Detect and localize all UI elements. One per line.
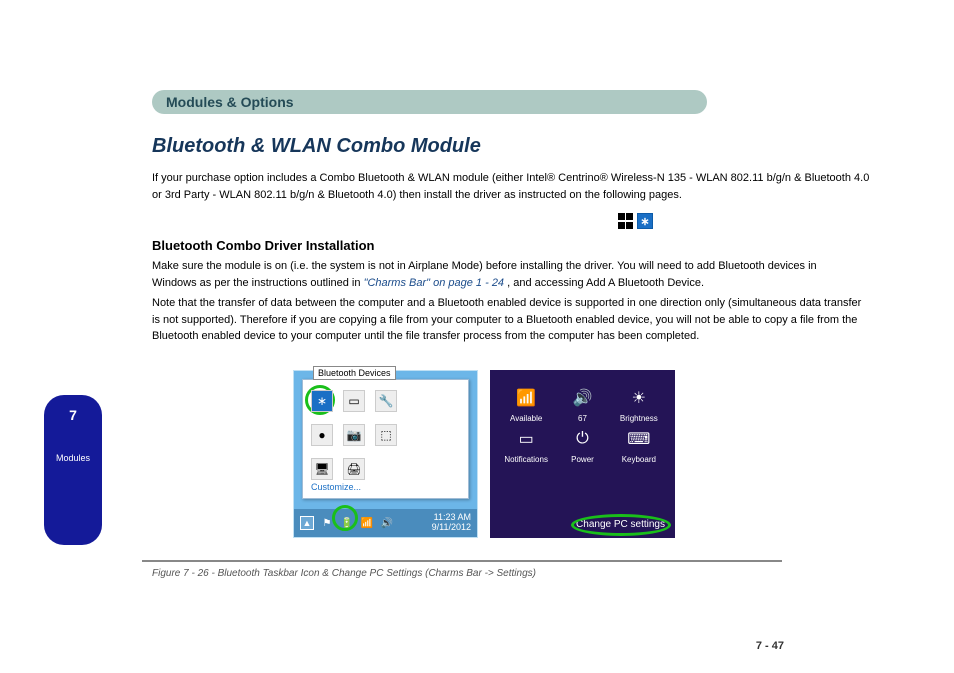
- generic-icon-2[interactable]: ⬚: [375, 424, 397, 446]
- volume-icon[interactable]: 🔊: [380, 516, 394, 530]
- sidebar-number: 7: [69, 407, 77, 423]
- clock-date: 9/11/2012: [432, 523, 471, 533]
- clock[interactable]: 11:23 AM 9/11/2012: [432, 513, 471, 533]
- tray-popup: Bluetooth Devices ∗ ▭ 🔧 ● 📷 ⬚ 🖥 🖨 Custom…: [302, 379, 469, 499]
- network-bars-icon[interactable]: 📶: [360, 516, 374, 530]
- paragraph-3: Note that the transfer of data between t…: [152, 295, 862, 345]
- windows-icon: [618, 213, 634, 229]
- page-title: Bluetooth & WLAN Combo Module: [152, 135, 481, 158]
- settings-notifications[interactable]: ▭ Notifications: [500, 427, 552, 464]
- keyboard-icon: ⌨: [626, 427, 652, 451]
- tray-icons-row-3: 🖥 🖨: [307, 452, 464, 486]
- section-header: Modules & Options: [152, 90, 707, 114]
- device-icon[interactable]: 🖥: [311, 458, 333, 480]
- subheading: Bluetooth Combo Driver Installation: [152, 238, 374, 253]
- sidebar-label: Modules: [56, 453, 90, 463]
- camera-icon[interactable]: 📷: [343, 424, 365, 446]
- taskbar: ▲ ⚑ 🔋 📶 🔊 11:23 AM 9/11/2012: [294, 509, 477, 537]
- divider: [142, 560, 782, 562]
- generic-icon[interactable]: ●: [311, 424, 333, 446]
- settings-volume[interactable]: 🔊 67: [556, 386, 608, 423]
- screenshot-settings: 📶 Available 🔊 67 ☀ Brightness ▭ Notifica…: [490, 370, 675, 538]
- bluetooth-icon: ∗: [637, 213, 653, 229]
- settings-brightness[interactable]: ☀ Brightness: [613, 386, 665, 423]
- paragraph-2: Make sure the module is on (i.e. the sys…: [152, 258, 862, 291]
- settings-label: Brightness: [620, 414, 658, 423]
- printer-icon[interactable]: 🖨: [343, 458, 365, 480]
- power-icon: ⏻: [569, 427, 595, 451]
- settings-label: Power: [571, 455, 594, 464]
- para2-tail: , and accessing Add A Bluetooth Device.: [507, 277, 704, 289]
- settings-label: 67: [578, 414, 587, 423]
- inline-icons: ∗: [618, 213, 653, 229]
- settings-network[interactable]: 📶 Available: [500, 386, 552, 423]
- bluetooth-tooltip: Bluetooth Devices: [313, 366, 396, 380]
- brightness-icon: ☀: [626, 386, 652, 410]
- highlight-oval-settings: [571, 514, 671, 536]
- intro-paragraph: If your purchase option includes a Combo…: [152, 170, 872, 203]
- highlight-circle-chevron: [332, 505, 358, 531]
- settings-label: Keyboard: [622, 455, 656, 464]
- figure-caption: Figure 7 - 26 - Bluetooth Taskbar Icon &…: [152, 568, 536, 579]
- bluetooth-tray-icon[interactable]: ∗: [311, 390, 333, 412]
- settings-grid: 📶 Available 🔊 67 ☀ Brightness ▭ Notifica…: [490, 370, 675, 468]
- volume-icon: 🔊: [569, 386, 595, 410]
- show-hidden-icons[interactable]: ▲: [300, 516, 314, 530]
- display-icon[interactable]: ▭: [343, 390, 365, 412]
- screenshot-taskbar: Bluetooth Devices ∗ ▭ 🔧 ● 📷 ⬚ 🖥 🖨 Custom…: [293, 370, 478, 538]
- settings-label: Notifications: [504, 455, 548, 464]
- tool-icon[interactable]: 🔧: [375, 390, 397, 412]
- tray-icons-row-2: ● 📷 ⬚: [307, 418, 464, 452]
- network-icon: 📶: [513, 386, 539, 410]
- tray-icons-row: ∗ ▭ 🔧: [307, 384, 464, 418]
- sidebar-tab: 7 Modules: [44, 395, 102, 545]
- customize-link[interactable]: Customize...: [311, 482, 361, 492]
- notifications-icon: ▭: [513, 427, 539, 451]
- inline-link: "Charms Bar" on page 1 - 24: [364, 277, 505, 289]
- page-number: 7 - 47: [756, 640, 784, 652]
- settings-keyboard[interactable]: ⌨ Keyboard: [613, 427, 665, 464]
- settings-label: Available: [510, 414, 542, 423]
- settings-power[interactable]: ⏻ Power: [556, 427, 608, 464]
